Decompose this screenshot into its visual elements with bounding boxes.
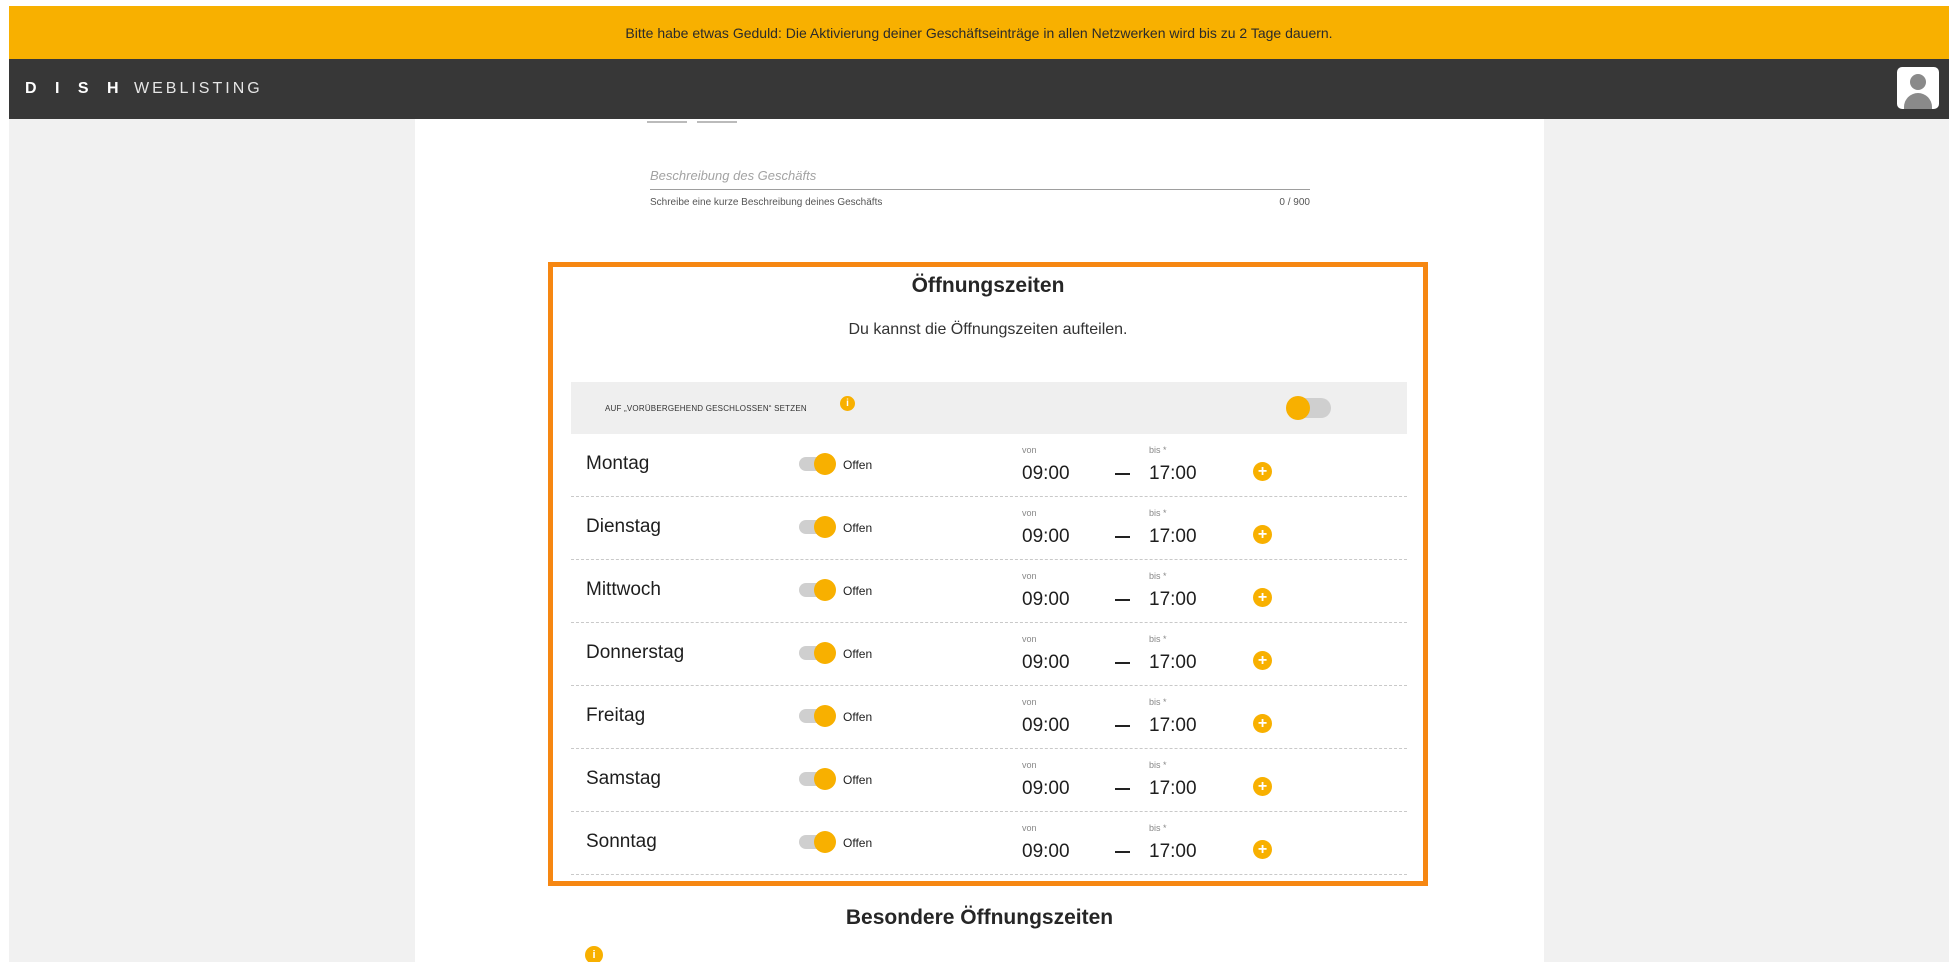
to-label: bis *	[1149, 634, 1167, 644]
logo-brand: D I S H	[25, 80, 126, 97]
to-label: bis *	[1149, 823, 1167, 833]
time-separator	[1115, 725, 1130, 727]
from-label: von	[1022, 697, 1037, 707]
to-label: bis *	[1149, 760, 1167, 770]
browser-viewport: Bitte habe etwas Geduld: Die Aktivierung…	[9, 6, 1949, 962]
info-icon[interactable]: i	[585, 946, 603, 962]
to-time-input[interactable]: 17:00	[1149, 589, 1197, 611]
opening-hours-subtitle: Du kannst die Öffnungszeiten aufteilen.	[848, 321, 1128, 338]
from-time-input[interactable]: 09:00	[1022, 463, 1070, 485]
day-name: Freitag	[586, 705, 646, 726]
from-label: von	[1022, 634, 1037, 644]
day-row-saturday: Samstag Offen von 09:00 bis * 17:00 +	[571, 749, 1407, 812]
from-label: von	[1022, 508, 1037, 518]
opening-hours-section: Öffnungszeiten Du kannst die Öffnungszei…	[548, 262, 1428, 886]
to-label: bis *	[1149, 445, 1167, 455]
app-header: D I S H WEBLISTING	[9, 59, 1949, 119]
from-time-input[interactable]: 09:00	[1022, 589, 1070, 611]
day-row-thursday: Donnerstag Offen von 09:00 bis * 17:00 +	[571, 623, 1407, 686]
day-row-tuesday: Dienstag Offen von 09:00 bis * 17:00 +	[571, 497, 1407, 560]
info-banner: Bitte habe etwas Geduld: Die Aktivierung…	[9, 6, 1949, 59]
day-name: Samstag	[586, 768, 661, 789]
from-label: von	[1022, 445, 1037, 455]
time-separator	[1115, 536, 1130, 538]
to-time-input[interactable]: 17:00	[1149, 778, 1197, 800]
from-time-input[interactable]: 09:00	[1022, 652, 1070, 674]
open-status: Offen	[843, 710, 873, 724]
to-time-input[interactable]: 17:00	[1149, 526, 1197, 548]
description-helper-text: Schreibe eine kurze Beschreibung deines …	[650, 197, 883, 208]
temporarily-closed-label: AUF „VORÜBERGEHEND GESCHLOSSEN“ SETZEN	[605, 404, 807, 413]
day-name: Mittwoch	[586, 579, 661, 600]
description-counter: 0 / 900	[1279, 197, 1310, 208]
add-time-slot-icon[interactable]: +	[1253, 651, 1272, 670]
to-label: bis *	[1149, 697, 1167, 707]
opening-hours-title: Öffnungszeiten	[911, 274, 1065, 297]
add-time-slot-icon[interactable]: +	[1253, 777, 1272, 796]
add-time-slot-icon[interactable]: +	[1253, 840, 1272, 859]
open-status: Offen	[843, 458, 873, 472]
day-name: Montag	[586, 453, 650, 474]
cut-off-text	[647, 110, 747, 123]
to-time-input[interactable]: 17:00	[1149, 715, 1197, 737]
main-content: Beschreibung des Geschäfts Schreibe eine…	[415, 119, 1544, 962]
day-row-friday: Freitag Offen von 09:00 bis * 17:00 +	[571, 686, 1407, 749]
add-time-slot-icon[interactable]: +	[1253, 525, 1272, 544]
from-label: von	[1022, 760, 1037, 770]
time-separator	[1115, 851, 1130, 853]
time-separator	[1115, 599, 1130, 601]
to-label: bis *	[1149, 571, 1167, 581]
day-row-monday: Montag Offen von 09:00 bis * 17:00 +	[571, 434, 1407, 497]
time-separator	[1115, 473, 1130, 475]
day-row-wednesday: Mittwoch Offen von 09:00 bis * 17:00 +	[571, 560, 1407, 623]
user-icon[interactable]	[1897, 67, 1939, 109]
from-time-input[interactable]: 09:00	[1022, 526, 1070, 548]
temporarily-closed-row: AUF „VORÜBERGEHEND GESCHLOSSEN“ SETZEN i	[571, 382, 1407, 434]
to-time-input[interactable]: 17:00	[1149, 463, 1197, 485]
description-field[interactable]: Beschreibung des Geschäfts Schreibe eine…	[650, 168, 1310, 208]
from-label: von	[1022, 823, 1037, 833]
from-time-input[interactable]: 09:00	[1022, 715, 1070, 737]
add-time-slot-icon[interactable]: +	[1253, 714, 1272, 733]
to-time-input[interactable]: 17:00	[1149, 652, 1197, 674]
to-time-input[interactable]: 17:00	[1149, 841, 1197, 863]
logo-product: WEBLISTING	[134, 80, 263, 97]
day-name: Sonntag	[586, 831, 657, 852]
day-name: Dienstag	[586, 516, 661, 537]
special-hours-title: Besondere Öffnungszeiten	[845, 906, 1114, 929]
to-label: bis *	[1149, 508, 1167, 518]
logo[interactable]: D I S H WEBLISTING	[25, 80, 263, 98]
from-time-input[interactable]: 09:00	[1022, 778, 1070, 800]
day-list: Montag Offen von 09:00 bis * 17:00 + Die…	[571, 434, 1407, 875]
open-status: Offen	[843, 647, 873, 661]
open-status: Offen	[843, 521, 873, 535]
time-separator	[1115, 788, 1130, 790]
day-name: Donnerstag	[586, 642, 685, 663]
info-banner-text: Bitte habe etwas Geduld: Die Aktivierung…	[625, 24, 1333, 41]
time-separator	[1115, 662, 1130, 664]
from-label: von	[1022, 571, 1037, 581]
day-row-sunday: Sonntag Offen von 09:00 bis * 17:00 +	[571, 812, 1407, 875]
open-status: Offen	[843, 773, 873, 787]
add-time-slot-icon[interactable]: +	[1253, 462, 1272, 481]
from-time-input[interactable]: 09:00	[1022, 841, 1070, 863]
info-icon[interactable]: i	[840, 396, 855, 411]
description-input[interactable]: Beschreibung des Geschäfts	[650, 168, 1310, 190]
open-status: Offen	[843, 584, 873, 598]
add-time-slot-icon[interactable]: +	[1253, 588, 1272, 607]
open-status: Offen	[843, 836, 873, 850]
